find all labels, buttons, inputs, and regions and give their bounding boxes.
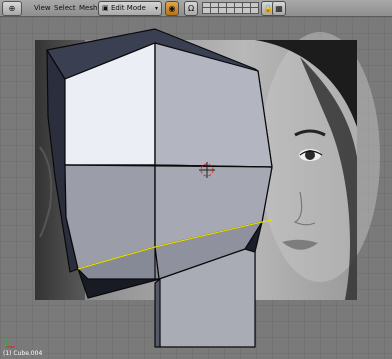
render-icon: ▦: [275, 4, 283, 13]
viewport-canvas[interactable]: [0, 17, 392, 359]
layer-button[interactable]: [250, 7, 259, 14]
editor-type-icon: ⊕: [8, 4, 16, 13]
pivot-point-button[interactable]: ◉: [165, 1, 179, 16]
menu-mesh[interactable]: Mesh: [79, 2, 97, 14]
3d-viewport[interactable]: (1) Cube.004: [0, 17, 392, 359]
active-object-label: (1) Cube.004: [3, 350, 43, 357]
chevron-down-icon: ▾: [154, 5, 158, 12]
blender-3d-view: ⊕ View Select Mesh ▣ Edit Mode ▾ ◉ Ω 🔒 ▦…: [0, 0, 392, 359]
mode-dropdown[interactable]: ▣ Edit Mode ▾: [98, 1, 162, 16]
render-preview-button[interactable]: ▦: [272, 1, 286, 16]
menu-select[interactable]: Select: [54, 2, 76, 14]
pivot-icon: ◉: [168, 4, 176, 13]
mesh-icon: ▣: [102, 4, 109, 12]
snap-toggle-button[interactable]: Ω: [184, 1, 198, 16]
mode-dropdown-label: Edit Mode: [111, 4, 146, 12]
layer-buttons: [202, 2, 260, 14]
menu-view[interactable]: View: [34, 2, 51, 14]
viewport-header: ⊕ View Select Mesh ▣ Edit Mode ▾ ◉ Ω 🔒 ▦: [0, 0, 392, 17]
magnet-icon: Ω: [187, 4, 195, 13]
editor-type-button[interactable]: ⊕: [2, 1, 22, 16]
